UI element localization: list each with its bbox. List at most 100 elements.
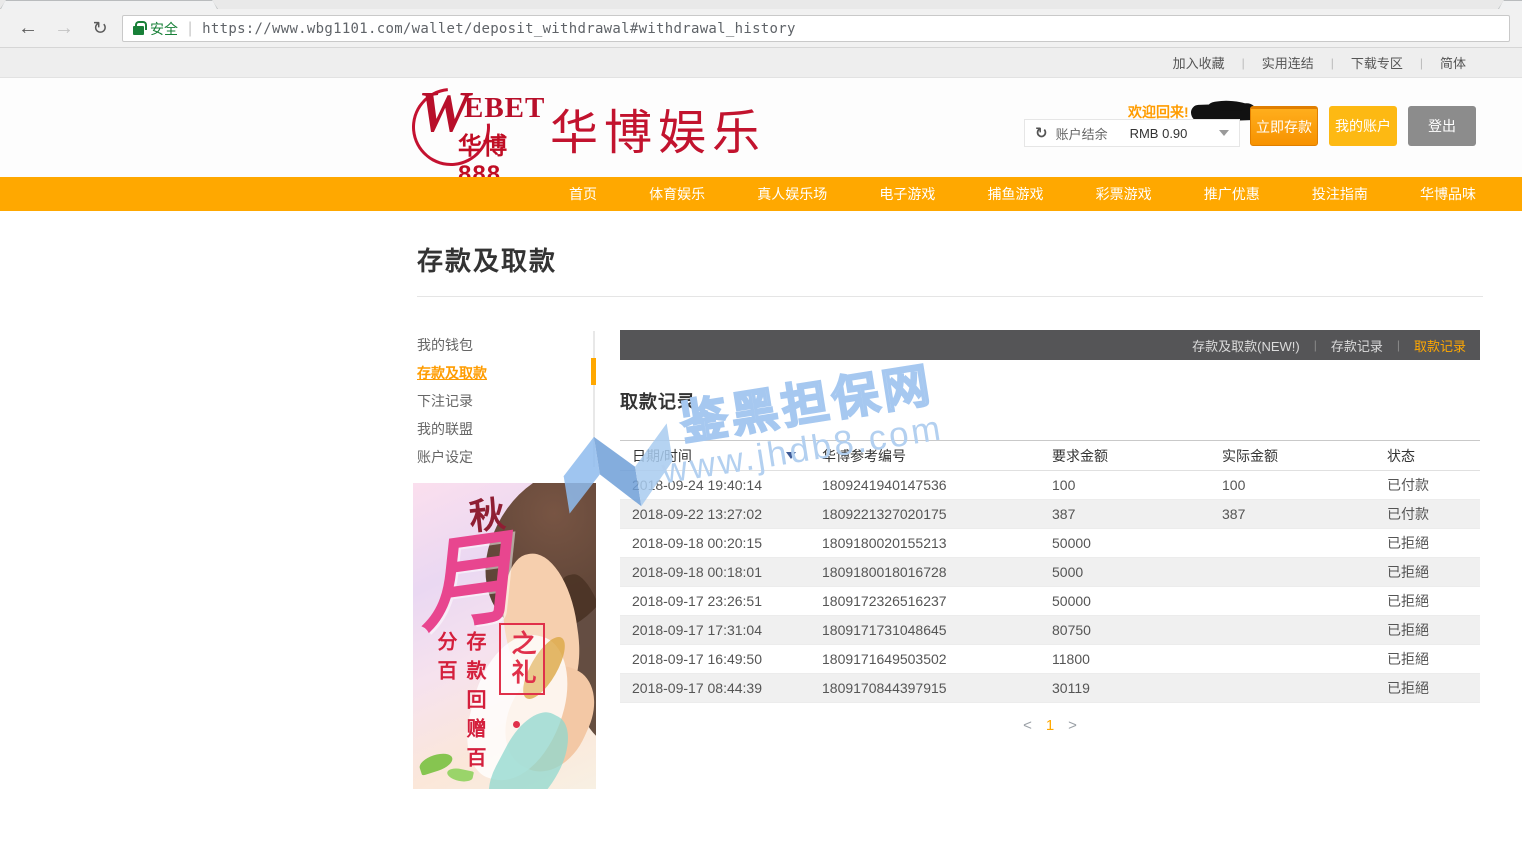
table-row: 2018-09-17 23:26:51 1809172326516237 500… xyxy=(620,587,1480,616)
cell-actual-amount: 100 xyxy=(1210,471,1375,500)
address-bar[interactable]: 安全 | https://www.wbg1101.com/wallet/depo… xyxy=(122,15,1510,42)
nav-item[interactable]: 投注指南 xyxy=(1308,184,1372,204)
cell-status: 已拒絕 xyxy=(1375,674,1480,703)
cell-status: 已拒絕 xyxy=(1375,616,1480,645)
cell-reference: 1809171731048645 xyxy=(810,616,1040,645)
title-divider xyxy=(417,296,1483,297)
sidebar-item[interactable]: 我的联盟 xyxy=(417,415,587,443)
nav-item[interactable]: 真人娱乐场 xyxy=(753,184,831,204)
cell-actual-amount: 387 xyxy=(1210,500,1375,529)
promo-banner[interactable]: 秋 月 之礼 存款回赠百分百 xyxy=(413,483,596,789)
table-row: 2018-09-22 13:27:02 1809221327020175 387… xyxy=(620,500,1480,529)
deposit-now-button[interactable]: 立即存款 xyxy=(1250,106,1318,146)
utility-separator: | xyxy=(1331,56,1334,70)
sidebar-item[interactable]: 下注记录 xyxy=(417,387,587,415)
nav-item[interactable]: 彩票游戏 xyxy=(1092,184,1156,204)
logo-ebet: EBET xyxy=(464,92,545,125)
browser-tab-strip xyxy=(0,0,1522,9)
column-header-actual-amount: 实际金额 xyxy=(1210,441,1375,471)
sort-descending-icon[interactable] xyxy=(786,452,796,459)
utility-item: 简体 | xyxy=(1440,53,1466,72)
nav-item[interactable]: 首页 xyxy=(565,184,601,204)
balance-label: 账户结余 xyxy=(1056,124,1108,143)
cell-reference: 1809221327020175 xyxy=(810,500,1040,529)
back-icon[interactable]: ← xyxy=(14,14,42,42)
logo-name: 华博娱乐 xyxy=(550,93,766,163)
wallet-tab-bar: 存款及取款(NEW!) | 存款记录 | 取款记录 | xyxy=(620,330,1480,360)
secure-label: 安全 xyxy=(150,19,178,39)
column-header-date[interactable]: 日期/时间 xyxy=(620,441,810,471)
cell-status: 已拒絕 xyxy=(1375,587,1480,616)
pagination-prev[interactable]: < xyxy=(1023,717,1032,734)
browser-tab[interactable] xyxy=(0,0,218,9)
browser-tab-partial[interactable] xyxy=(1498,0,1522,9)
logo-mark-icon: W EBET 华博888 xyxy=(412,84,532,172)
column-label: 日期/时间 xyxy=(632,448,692,464)
column-header-requested-amount: 要求金额 xyxy=(1040,441,1210,471)
balance-dropdown-icon[interactable] xyxy=(1219,130,1229,136)
cell-requested-amount: 5000 xyxy=(1040,558,1210,587)
wallet-tab-label[interactable]: 存款记录 xyxy=(1331,336,1383,355)
cell-reference: 1809241940147536 xyxy=(810,471,1040,500)
utility-link[interactable]: 实用连结 xyxy=(1262,53,1314,72)
promo-dot xyxy=(513,721,520,728)
pagination-page-1[interactable]: 1 xyxy=(1046,717,1054,734)
cell-actual-amount xyxy=(1210,616,1375,645)
sidebar-item[interactable]: 账户设定 xyxy=(417,443,587,471)
sidebar-active-marker xyxy=(591,358,596,385)
utility-link[interactable]: 加入收藏 xyxy=(1173,53,1225,72)
cell-reference: 1809170844397915 xyxy=(810,674,1040,703)
cell-reference: 1809180018016728 xyxy=(810,558,1040,587)
cell-requested-amount: 50000 xyxy=(1040,587,1210,616)
promo-slogan: 存款回赠百分百 xyxy=(431,631,489,789)
cell-actual-amount xyxy=(1210,558,1375,587)
page-title: 存款及取款 xyxy=(417,241,557,278)
wallet-tab: 存款记录 | xyxy=(1331,336,1414,355)
sidebar-item[interactable]: 我的钱包 xyxy=(417,331,587,359)
wallet-tab: 取款记录 | xyxy=(1414,336,1466,355)
cell-date: 2018-09-24 19:40:14 xyxy=(620,471,810,500)
table-row: 2018-09-17 17:31:04 1809171731048645 807… xyxy=(620,616,1480,645)
site-logo[interactable]: W EBET 华博888 华博娱乐 xyxy=(412,84,766,172)
logout-button[interactable]: 登出 xyxy=(1408,106,1476,146)
nav-item[interactable]: 推广优惠 xyxy=(1200,184,1264,204)
wallet-tab-label[interactable]: 取款记录 xyxy=(1414,336,1466,355)
cell-reference: 1809180020155213 xyxy=(810,529,1040,558)
nav-item[interactable]: 捕鱼游戏 xyxy=(984,184,1048,204)
wallet-tab-separator: | xyxy=(1314,338,1317,352)
utility-link[interactable]: 下载专区 xyxy=(1351,53,1403,72)
utility-item: 实用连结 | xyxy=(1262,53,1351,72)
cell-date: 2018-09-18 00:18:01 xyxy=(620,558,810,587)
cell-date: 2018-09-18 00:20:15 xyxy=(620,529,810,558)
cell-status: 已拒絕 xyxy=(1375,645,1480,674)
omnibox-divider: | xyxy=(188,20,192,38)
url-text: https://www.wbg1101.com/wallet/deposit_w… xyxy=(202,21,796,37)
screen: ← → ↻ 安全 | https://www.wbg1101.com/walle… xyxy=(0,0,1522,855)
pagination-next[interactable]: > xyxy=(1068,717,1077,734)
cell-status: 已付款 xyxy=(1375,500,1480,529)
nav-item[interactable]: 电子游戏 xyxy=(875,184,939,204)
wallet-tab-label[interactable]: 存款及取款(NEW!) xyxy=(1192,336,1300,355)
utility-link[interactable]: 简体 xyxy=(1440,53,1466,72)
utility-bar: 加入收藏 | 实用连结 | 下载专区 | 简体 | xyxy=(0,48,1522,78)
section-title: 取款记录 xyxy=(620,388,1480,414)
forward-icon[interactable]: → xyxy=(50,14,78,42)
my-account-button[interactable]: 我的账户 xyxy=(1329,106,1397,146)
cell-reference: 1809171649503502 xyxy=(810,645,1040,674)
cell-date: 2018-09-17 16:49:50 xyxy=(620,645,810,674)
cell-date: 2018-09-17 17:31:04 xyxy=(620,616,810,645)
utility-separator: | xyxy=(1242,56,1245,70)
promo-text-gift: 之礼 xyxy=(499,623,545,695)
wallet-sidebar: 我的钱包 存款及取款 下注记录 我的联盟 账户设定 xyxy=(417,331,587,471)
column-header-status: 状态 xyxy=(1375,441,1480,471)
utility-separator: | xyxy=(1420,56,1423,70)
cell-requested-amount: 50000 xyxy=(1040,529,1210,558)
balance-refresh-icon[interactable]: ↻ xyxy=(1035,124,1048,142)
sidebar-item[interactable]: 存款及取款 xyxy=(417,359,587,387)
refresh-icon[interactable]: ↻ xyxy=(86,14,114,42)
nav-item[interactable]: 华博品味 xyxy=(1416,184,1480,204)
nav-item[interactable]: 体育娱乐 xyxy=(645,184,709,204)
cell-requested-amount: 11800 xyxy=(1040,645,1210,674)
utility-item: 下载专区 | xyxy=(1351,53,1440,72)
table-row: 2018-09-17 08:44:39 1809170844397915 301… xyxy=(620,674,1480,703)
